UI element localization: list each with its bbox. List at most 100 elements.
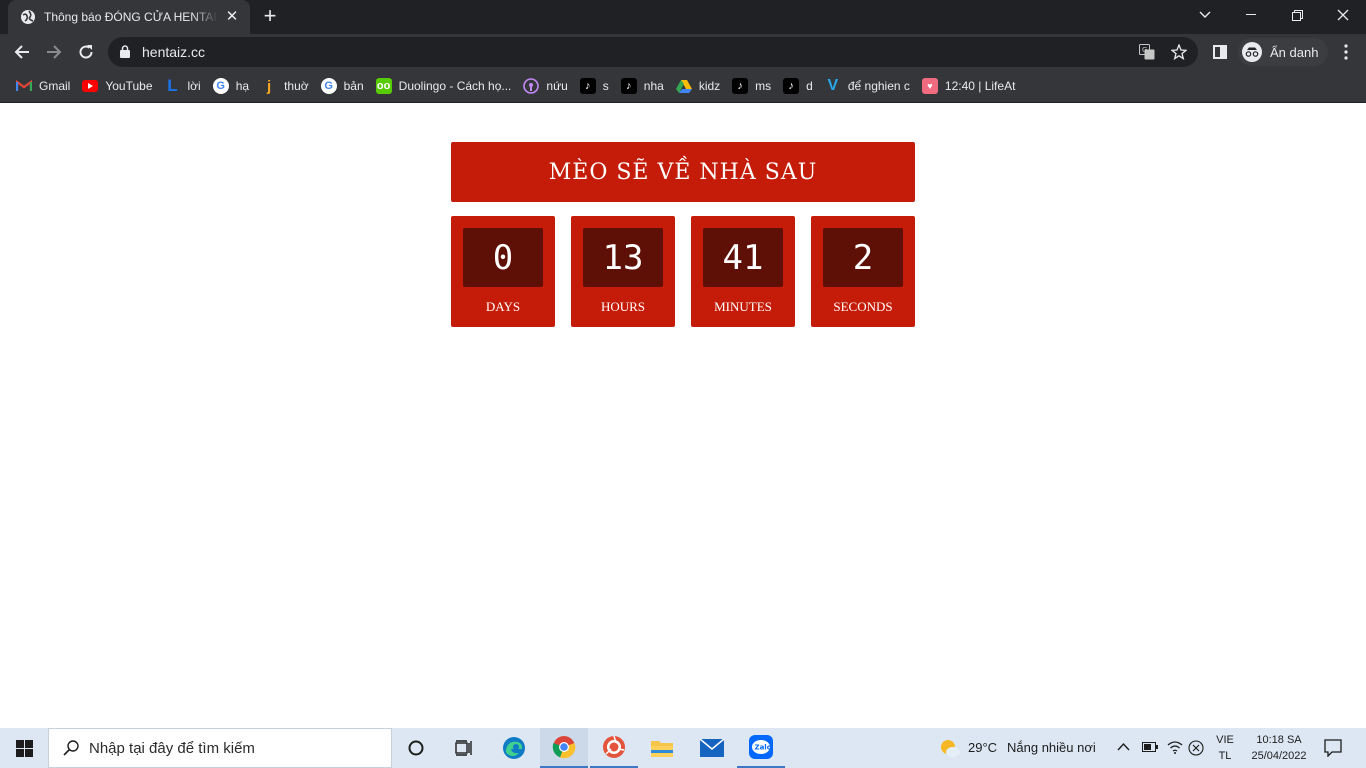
chevron-up-icon[interactable] bbox=[1117, 742, 1130, 751]
tiktok-icon: ♪ bbox=[783, 78, 800, 94]
windows-icon bbox=[15, 739, 33, 757]
bookmark-item[interactable]: G hạ bbox=[207, 72, 255, 100]
youtube-icon bbox=[82, 78, 99, 94]
clock[interactable]: 10:18 SA 25/04/2022 bbox=[1244, 732, 1314, 764]
folder-icon bbox=[651, 741, 673, 757]
bookmark-item[interactable]: Gmail bbox=[10, 72, 76, 100]
profile-label: Ẩn danh bbox=[1270, 44, 1319, 60]
tab-search-button[interactable] bbox=[1182, 0, 1228, 30]
countdown-hours: 13 HOURS bbox=[571, 216, 675, 327]
chrome-incognito-app[interactable] bbox=[590, 728, 638, 768]
weather-sun-icon[interactable] bbox=[939, 738, 961, 758]
gmail-icon bbox=[16, 78, 32, 94]
bookmark-item[interactable]: V để nghien c bbox=[819, 72, 916, 100]
bookmark-item[interactable]: ♪ d bbox=[777, 72, 819, 100]
podcast-icon bbox=[523, 78, 540, 94]
bookmark-item[interactable]: ♪ s bbox=[574, 72, 615, 100]
more-vertical-icon bbox=[1344, 44, 1348, 60]
countdown-value: 2 bbox=[823, 228, 903, 287]
file-explorer-app[interactable] bbox=[638, 728, 686, 768]
back-button[interactable] bbox=[7, 37, 37, 67]
bookmark-item[interactable]: ♥ 12:40 | LifeAt bbox=[916, 72, 1022, 100]
reload-button[interactable] bbox=[71, 37, 101, 67]
bookmark-item[interactable]: ♪ ms bbox=[726, 72, 777, 100]
v-icon: V bbox=[827, 77, 839, 94]
clock-date: 25/04/2022 bbox=[1251, 750, 1307, 762]
bookmark-item[interactable]: j thuờ bbox=[255, 72, 315, 100]
countdown-value: 41 bbox=[703, 228, 783, 287]
minimize-button[interactable] bbox=[1228, 0, 1274, 30]
address-bar[interactable]: hentaiz.cc G bbox=[108, 37, 1198, 67]
bookmark-item[interactable]: ♪ nha bbox=[615, 72, 670, 100]
bookmark-item[interactable]: oo Duolingo - Cách họ... bbox=[370, 72, 518, 100]
bookmarks-bar: Gmail YouTube L lời G hạ j thuờ G bản oo… bbox=[0, 70, 1366, 103]
wifi-icon[interactable] bbox=[1167, 740, 1183, 754]
svg-text:G: G bbox=[1142, 46, 1147, 54]
taskbar: Nhập tại đây để tìm kiếm Zalo 29°C Nắng … bbox=[0, 728, 1366, 768]
weather-text[interactable]: Nắng nhiều nơi bbox=[1007, 740, 1096, 755]
mail-app[interactable] bbox=[688, 728, 736, 768]
restore-icon bbox=[1291, 9, 1303, 21]
google-icon: G bbox=[320, 78, 337, 94]
search-placeholder: Nhập tại đây để tìm kiếm bbox=[89, 739, 255, 757]
bookmark-item[interactable]: L lời bbox=[159, 72, 207, 100]
countdown-label: MINUTES bbox=[714, 299, 772, 314]
incognito-profile-button[interactable]: Ẩn danh bbox=[1238, 38, 1329, 66]
lock-icon[interactable] bbox=[120, 45, 130, 58]
minimize-icon bbox=[1246, 14, 1256, 15]
weather-temp[interactable]: 29°C bbox=[968, 740, 997, 755]
tiktok-icon: ♪ bbox=[620, 78, 637, 94]
countdown-value: 0 bbox=[463, 228, 543, 287]
arrow-left-icon bbox=[14, 45, 29, 59]
countdown-label: DAYS bbox=[485, 299, 521, 314]
edge-app[interactable] bbox=[490, 728, 538, 768]
bookmark-item[interactable]: kidz bbox=[670, 72, 726, 100]
edge-icon bbox=[503, 737, 525, 759]
side-panel-button[interactable] bbox=[1205, 37, 1235, 67]
new-tab-button[interactable]: + bbox=[258, 5, 282, 29]
incognito-icon bbox=[1242, 42, 1262, 62]
tiktok-icon: ♪ bbox=[732, 78, 749, 94]
chevron-down-icon bbox=[1199, 11, 1211, 18]
reload-icon bbox=[79, 45, 93, 59]
tab-title: Thông báo ĐÓNG CỬA HENTAIZ bbox=[44, 10, 218, 24]
mail-icon bbox=[700, 739, 724, 757]
bookmark-item[interactable]: nứu bbox=[517, 72, 573, 100]
browser-tab[interactable]: Thông báo ĐÓNG CỬA HENTAIZ ✕ bbox=[8, 0, 250, 34]
restore-button[interactable] bbox=[1274, 0, 1320, 30]
tab-strip: Thông báo ĐÓNG CỬA HENTAIZ ✕ + bbox=[0, 0, 1366, 34]
countdown-label: HOURS bbox=[600, 299, 646, 314]
start-button[interactable] bbox=[0, 728, 48, 768]
zalo-app[interactable]: Zalo bbox=[737, 728, 785, 768]
bookmark-item[interactable]: G bản bbox=[315, 72, 370, 100]
l-icon: L bbox=[167, 76, 178, 95]
cortana-button[interactable] bbox=[392, 728, 440, 768]
tab-close-icon[interactable]: ✕ bbox=[224, 9, 240, 25]
clock-time: 10:18 SA bbox=[1256, 734, 1302, 746]
notification-icon[interactable] bbox=[1324, 739, 1342, 757]
forward-button[interactable] bbox=[39, 37, 69, 67]
search-icon bbox=[63, 740, 79, 756]
bookmark-star-icon[interactable] bbox=[1170, 43, 1188, 61]
chrome-app[interactable] bbox=[540, 728, 588, 768]
close-icon bbox=[1337, 9, 1349, 21]
arrow-right-icon bbox=[47, 45, 62, 59]
task-view-icon bbox=[455, 740, 472, 756]
countdown-seconds: 2 SECONDS bbox=[811, 216, 915, 327]
task-view-button[interactable] bbox=[440, 728, 488, 768]
translate-icon[interactable]: G bbox=[1138, 43, 1156, 61]
side-panel-icon bbox=[1213, 45, 1227, 59]
taskbar-search-box[interactable]: Nhập tại đây để tìm kiếm bbox=[48, 728, 392, 768]
url-text[interactable]: hentaiz.cc bbox=[142, 44, 205, 60]
volume-muted-icon[interactable] bbox=[1188, 740, 1204, 756]
battery-icon[interactable] bbox=[1142, 742, 1158, 752]
google-icon: G bbox=[212, 78, 229, 94]
bookmark-item[interactable]: YouTube bbox=[76, 72, 158, 100]
drive-icon bbox=[675, 78, 692, 94]
chrome-menu-button[interactable] bbox=[1331, 37, 1361, 67]
countdown-days: 0 DAYS bbox=[451, 216, 555, 327]
countdown-label: SECONDS bbox=[833, 299, 893, 314]
svg-text:Zalo: Zalo bbox=[755, 744, 772, 752]
input-language[interactable]: VIE TL bbox=[1212, 732, 1238, 764]
close-window-button[interactable] bbox=[1320, 0, 1366, 30]
